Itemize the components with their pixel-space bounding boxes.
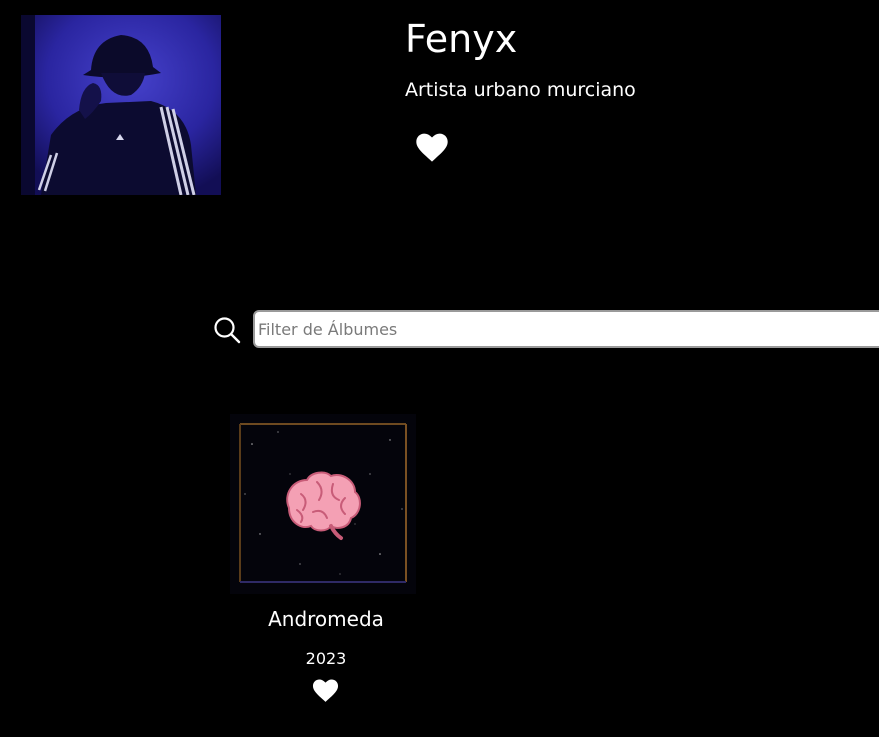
album-title: Andromeda [268,607,384,631]
album-favorite-button[interactable] [312,679,339,703]
artist-photo [21,15,221,195]
heart-icon [416,133,448,162]
album-card[interactable]: Andromeda 2023 [226,408,426,708]
artist-name: Fenyx [405,17,518,61]
artist-favorite-button[interactable] [415,133,449,163]
album-cover[interactable] [230,414,416,594]
heart-icon [312,679,339,702]
search-icon [213,316,241,344]
artist-photo-illustration [21,15,221,195]
album-cover-art [230,414,416,594]
artist-description: Artista urbano murciano [405,79,636,101]
artist-page: Fenyx Artista urbano murciano Filter de … [0,0,879,737]
album-year: 2023 [305,649,347,668]
album-filter-input[interactable] [253,310,879,348]
